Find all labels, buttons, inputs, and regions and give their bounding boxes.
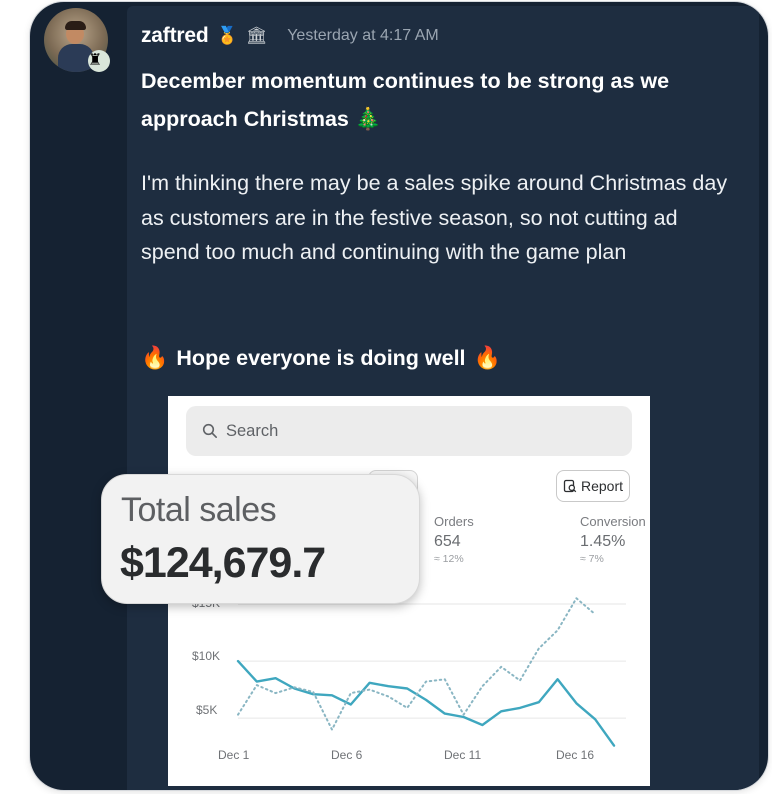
rook-badge-icon: ♜ [88, 50, 110, 72]
x-tick-label: Dec 1 [218, 748, 250, 762]
report-label: Report [580, 478, 624, 494]
username[interactable]: zaftred [141, 24, 209, 48]
search-placeholder: Search [226, 421, 279, 440]
series-line-comparison [237, 597, 597, 731]
search-bar: Search [186, 406, 632, 456]
metric-label: Orders [434, 514, 474, 529]
total-sales-value: $124,679.7 [120, 539, 326, 587]
metric-label: Conversion [580, 514, 646, 529]
y-tick-label: $10K [192, 649, 221, 663]
bank-icon: 🏛 [245, 26, 268, 45]
total-sales-label: Total sales [121, 491, 277, 529]
fire-icon: 🔥 [141, 345, 169, 370]
metric-delta: ≈ 12% [434, 553, 464, 565]
closing-text: Hope everyone is doing well [176, 346, 466, 370]
y-tick-label: $5K [196, 703, 218, 717]
message-header: zaftred 🏅 🏛 Yesterday at 4:17 AM [141, 24, 439, 48]
timestamp: Yesterday at 4:17 AM [287, 27, 439, 44]
metric-value: 1.45% [580, 533, 626, 550]
message-headline: December momentum continues to be strong… [141, 69, 670, 131]
metric-conversion: Conversion 1.45% ≈ 7% [580, 514, 646, 565]
search-icon [202, 423, 217, 438]
message-closing: 🔥 Hope everyone is doing well 🔥 [141, 340, 731, 376]
fire-icon: 🔥 [473, 345, 501, 370]
total-sales-callout: Total sales $124,679.7 [101, 474, 420, 604]
metric-value: 654 [434, 533, 461, 550]
metric-delta: ≈ 7% [580, 553, 604, 565]
x-tick-label: Dec 11 [444, 748, 482, 762]
message-paragraph: I'm thinking there may be a sales spike … [141, 171, 728, 264]
report-button: Report [556, 470, 630, 502]
series-line-current [236, 659, 616, 747]
metric-orders: Orders 654 ≈ 12% [434, 514, 474, 565]
avatar-hair [65, 21, 86, 30]
sales-chart: $15K $10K $5K Dec 1 Dec 6 Dec 11 Dec 16 [168, 596, 650, 786]
x-tick-label: Dec 6 [331, 748, 363, 762]
medal-icon: 🏅 [216, 26, 238, 45]
x-tick-label: Dec 16 [556, 748, 595, 762]
report-icon [563, 479, 577, 493]
